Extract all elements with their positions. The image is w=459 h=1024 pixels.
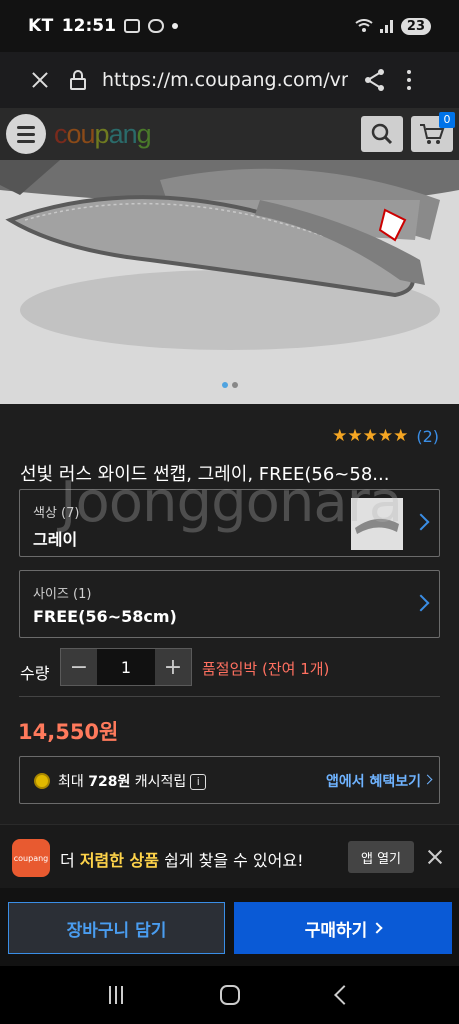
site-header: coupang 0 <box>0 108 459 160</box>
carrier-label: KT <box>28 16 54 36</box>
color-option-label: 색상 (7) <box>33 506 80 521</box>
cash-reward-text: 최대 728원 캐시적립 i <box>58 771 207 791</box>
chevron-right-icon <box>422 774 433 785</box>
color-option-selector[interactable]: 색상 (7) 그레이 <box>19 489 440 557</box>
share-icon[interactable] <box>362 67 388 93</box>
quantity-stepper: − 1 + <box>60 648 192 686</box>
rating[interactable]: ★★★★★ (2) <box>332 426 439 446</box>
menu-button[interactable] <box>6 114 46 154</box>
back-icon[interactable] <box>333 985 354 1005</box>
home-icon[interactable] <box>219 985 240 1005</box>
signal-icon <box>379 20 393 33</box>
review-count[interactable]: (2) <box>416 427 439 446</box>
cash-reward-box[interactable]: 최대 728원 캐시적립 i 앱에서 혜택보기 <box>19 756 440 804</box>
size-option-selector[interactable]: 사이즈 (1) FREE(56~58cm) <box>19 570 440 638</box>
pager-dot-active[interactable] <box>221 382 228 388</box>
decrease-quantity-button[interactable]: − <box>61 649 97 685</box>
clock: 12:51 <box>61 16 116 36</box>
color-option-value: 그레이 <box>33 530 78 549</box>
product-title: 선빛 러스 와이드 썬캡, 그레이, FREE(56~58... <box>20 464 390 485</box>
chevron-right-icon <box>412 594 430 612</box>
image-pager[interactable] <box>0 382 459 392</box>
add-to-cart-button[interactable]: 장바구니 담기 <box>8 902 225 954</box>
cart-button[interactable]: 0 <box>411 112 455 152</box>
close-icon[interactable] <box>24 64 56 96</box>
app-promo-banner: coupang 더 저렴한 상품 쉽게 찾을 수 있어요! 앱 열기 <box>0 824 459 888</box>
url-field[interactable]: https://m.coupang.com/vm/p <box>102 69 348 91</box>
divider <box>19 696 440 697</box>
chat-icon <box>147 19 164 33</box>
notification-dot-icon <box>171 23 178 29</box>
buy-now-button[interactable]: 구매하기 <box>234 902 452 954</box>
pager-dot[interactable] <box>231 382 238 388</box>
wifi-icon <box>355 19 373 32</box>
price: 14,550원 <box>18 720 119 744</box>
product-image[interactable] <box>0 160 459 404</box>
info-icon[interactable]: i <box>190 774 207 790</box>
sun-visor-image <box>0 160 459 404</box>
stock-warning: 품절임박 (잔여 1개) <box>202 660 330 678</box>
app-logo-icon: coupang <box>12 839 50 877</box>
more-options-icon[interactable] <box>406 70 412 90</box>
recent-apps-icon[interactable] <box>108 986 123 1004</box>
size-option-label: 사이즈 (1) <box>33 587 92 602</box>
browser-toolbar: https://m.coupang.com/vm/p <box>0 52 459 108</box>
color-thumbnail <box>351 498 403 550</box>
cash-amount: 728원 <box>88 774 131 790</box>
chevron-right-icon <box>371 922 383 934</box>
increase-quantity-button[interactable]: + <box>155 649 191 685</box>
status-bar: KT 12:51 23 <box>0 0 459 52</box>
search-button[interactable] <box>361 116 403 152</box>
view-benefits-link[interactable]: 앱에서 혜택보기 <box>326 771 421 791</box>
battery-indicator: 23 <box>400 17 431 35</box>
lock-icon[interactable] <box>70 70 86 90</box>
rating-stars: ★★★★★ <box>332 426 409 446</box>
buy-now-label: 구매하기 <box>304 920 368 941</box>
cart-count-badge: 0 <box>439 112 455 128</box>
open-app-button[interactable]: 앱 열기 <box>348 841 414 873</box>
app-promo-text: 더 저렴한 상품 쉽게 찾을 수 있어요! <box>60 851 304 870</box>
close-icon[interactable] <box>425 847 445 867</box>
chevron-right-icon <box>412 513 430 531</box>
system-nav-bar <box>0 966 459 1024</box>
search-icon <box>371 123 393 145</box>
product-detail: ★★★★★ (2) 선빛 러스 와이드 썬캡, 그레이, FREE(56~58.… <box>0 404 459 824</box>
quantity-value[interactable]: 1 <box>97 649 155 685</box>
size-option-value: FREE(56~58cm) <box>33 607 177 626</box>
screenshot-icon <box>123 19 140 33</box>
coin-icon <box>34 773 50 789</box>
coupang-logo[interactable]: coupang <box>54 119 152 150</box>
purchase-action-bar: 장바구니 담기 구매하기 <box>0 888 459 966</box>
quantity-label: 수량 <box>20 664 50 683</box>
